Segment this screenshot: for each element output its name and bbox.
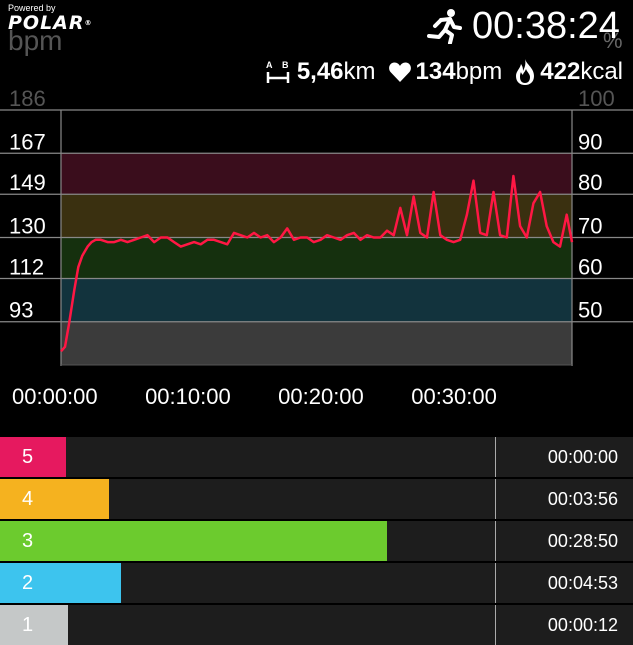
zone-band-2 — [61, 278, 572, 322]
zone-time: 00:28:50 — [495, 521, 633, 561]
x-tick: 00:10:00 — [145, 384, 231, 409]
y-left-tick: 186 — [9, 86, 46, 111]
x-tick: 00:30:00 — [411, 384, 497, 409]
zone-band-1 — [61, 321, 572, 365]
zone-bands — [61, 153, 572, 365]
zone-time: 00:04:53 — [495, 563, 633, 603]
zone-time: 00:00:12 — [495, 605, 633, 645]
y-right-tick: 100 — [578, 86, 615, 111]
registered-mark: ® — [84, 19, 93, 27]
zone-row-3: 3 00:28:50 — [0, 519, 633, 561]
y-right-tick: 70 — [578, 214, 602, 239]
zone-time-bar — [66, 605, 69, 645]
zone-number: 3 — [0, 521, 66, 561]
y-left-tick: 167 — [9, 129, 46, 154]
zone-number: 4 — [0, 479, 66, 519]
zone-time: 00:03:56 — [495, 479, 633, 519]
y-left-tick: 93 — [9, 298, 33, 323]
heart-rate-chart: 186 167 149 130 112 93 100 90 80 70 60 50 00:00:00… — [0, 86, 633, 409]
x-tick: 00:20:00 — [278, 384, 364, 409]
zone-time: 00:00:00 — [495, 437, 633, 477]
x-axis: 00:00:00 00:10:00 00:20:00 00:30:00 — [12, 384, 497, 409]
workout-duration: 00:38:24 — [472, 5, 620, 47]
y-right-tick: 60 — [578, 254, 602, 279]
zone-row-1: 1 00:00:12 — [0, 603, 633, 645]
zone-band-5 — [61, 153, 572, 195]
zone-row-5: 5 00:00:00 — [0, 435, 633, 477]
y-right-tick: 80 — [578, 170, 602, 195]
zone-number: 2 — [0, 563, 66, 603]
svg-text:A: A — [266, 60, 273, 70]
zone-band-3 — [61, 237, 572, 279]
svg-text:B: B — [282, 60, 289, 70]
zone-time-bar — [66, 521, 387, 561]
y-right-tick: 50 — [578, 298, 602, 323]
y-left-tick: 130 — [9, 214, 46, 239]
y-left-tick: 149 — [9, 170, 46, 195]
zone-summary: 5 00:00:00 4 00:03:56 3 00:28:50 2 00:04:53 1 00:… — [0, 435, 633, 645]
zone-number: 1 — [0, 605, 66, 645]
y-left-tick: 112 — [9, 254, 44, 279]
zone-time-bar — [66, 479, 110, 519]
zone-time-bar — [66, 563, 121, 603]
running-icon — [427, 9, 462, 44]
y-right-tick: 90 — [578, 129, 602, 154]
x-tick: 00:00:00 — [12, 384, 98, 409]
heart-icon — [388, 62, 411, 82]
zone-row-4: 4 00:03:56 — [0, 477, 633, 519]
y-axis-right: 100 90 80 70 60 50 — [578, 86, 615, 323]
y-axis-left: 186 167 149 130 112 93 — [9, 86, 46, 323]
bpm-unit-label: bpm — [8, 25, 63, 56]
zone-number: 5 — [0, 437, 66, 477]
zone-row-2: 2 00:04:53 — [0, 561, 633, 603]
